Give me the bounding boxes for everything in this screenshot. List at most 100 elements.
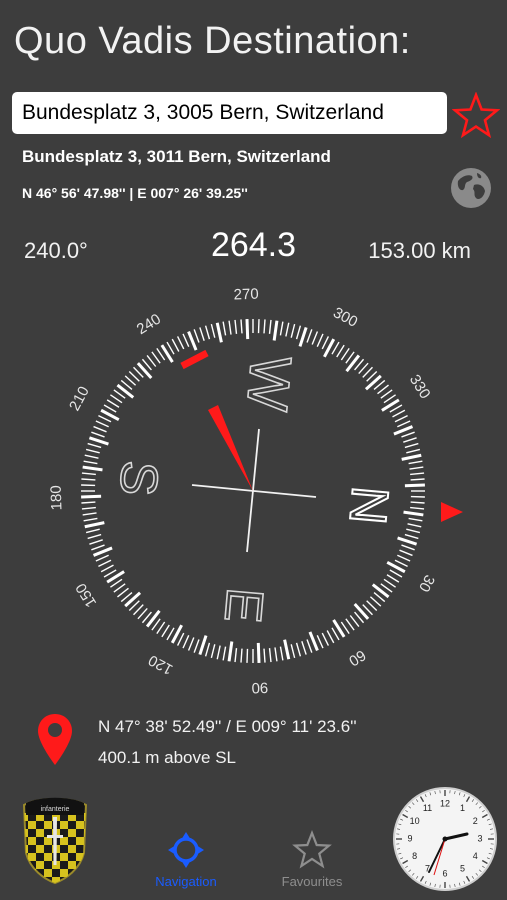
compass-tick: [406, 528, 421, 534]
compass-tick: [256, 642, 261, 663]
compass-tick: [145, 609, 161, 628]
compass-tick: [106, 399, 120, 408]
compass-tick: [83, 460, 98, 465]
badge-text: infanterie: [41, 806, 70, 813]
compass-tick: [272, 320, 279, 341]
compass-tick: [222, 646, 227, 661]
tab-favourites[interactable]: Favourites: [252, 830, 372, 889]
compass-tick: [290, 323, 296, 338]
tab-navigation[interactable]: Navigation: [126, 830, 246, 889]
compass-tick: [240, 319, 243, 334]
altitude-readout: 400.1 m above SL: [98, 748, 236, 767]
compass-tick: [401, 544, 415, 551]
compass-tick: [408, 460, 423, 465]
compass-tick: [371, 583, 390, 599]
compass-label: 90: [251, 679, 268, 697]
compass-tick: [340, 348, 350, 361]
compass-tick: [234, 319, 238, 334]
compass-tick: [401, 431, 415, 438]
compass-tick: [95, 554, 109, 562]
compass-tick: [321, 336, 330, 350]
destination-input[interactable]: [12, 92, 447, 134]
direction-needle: [208, 405, 253, 491]
compass-tick: [366, 600, 378, 611]
compass-tick: [182, 333, 190, 347]
compass-label: 180: [48, 485, 66, 511]
analog-clock: 12 1 2 3 4 5 6 7 8 9 10 11: [392, 786, 498, 892]
compass-tick: [136, 362, 153, 380]
clock-number: 8: [412, 851, 417, 861]
clock-number: 10: [410, 816, 420, 826]
compass-tick: [263, 319, 266, 334]
resolved-address: Bundesplatz 3, 3011 Bern, Switzerland: [22, 147, 331, 166]
compass-label: 30: [415, 572, 438, 595]
location-pin-icon: [36, 712, 74, 768]
compass-tick: [81, 494, 102, 499]
compass-tick: [124, 591, 142, 608]
compass-tick: [240, 648, 243, 663]
compass-tick: [103, 404, 117, 413]
compass-tick: [345, 354, 361, 373]
compass-tick: [91, 544, 105, 551]
compass-tick: [274, 647, 278, 662]
compass-tick: [124, 375, 137, 386]
cardinal-w: W: [234, 353, 304, 413]
clock-number: 11: [423, 803, 432, 813]
compass-tick: [171, 338, 180, 352]
compass-tick: [95, 420, 109, 428]
tab-navigation-label: Navigation: [155, 874, 217, 889]
compass-tick: [279, 321, 284, 336]
add-favourite-button[interactable]: [451, 91, 501, 139]
compass-tick: [336, 344, 345, 358]
compass-tick: [404, 442, 419, 449]
compass-tick: [406, 448, 421, 454]
compass-tick: [316, 635, 324, 649]
compass-tick: [245, 319, 250, 340]
compass-tick: [404, 483, 425, 488]
compass-tick: [176, 336, 185, 350]
heading-triangle: [441, 502, 463, 522]
compass-tick: [81, 501, 96, 504]
compass-tick: [210, 644, 216, 659]
compass-tick: [389, 569, 403, 578]
compass-tick: [82, 512, 97, 516]
compass-tick: [380, 389, 393, 399]
bearing-marker: [180, 349, 209, 370]
compass-tick: [306, 639, 313, 653]
compass-tick: [113, 583, 126, 593]
page-title: Quo Vadis Destination:: [14, 20, 411, 62]
clock-number: 12: [440, 798, 450, 808]
clock-number: 4: [473, 851, 478, 861]
compass-tick: [295, 642, 302, 657]
compass-tick: [393, 425, 414, 436]
compass-tick: [410, 472, 425, 476]
compass-label: 120: [146, 651, 176, 678]
compass-tick: [399, 549, 413, 557]
compass-tick: [116, 383, 135, 399]
clock-number: 2: [473, 816, 478, 826]
compass-dial: 270 300 330 30 60 90 120 150 180 210 240 W S N E: [48, 286, 463, 697]
compass-tick: [410, 478, 425, 481]
globe-button[interactable]: [450, 167, 492, 209]
compass-tick: [403, 437, 417, 443]
compass-tick: [187, 637, 195, 651]
compass-tick: [210, 323, 216, 338]
compass-tick: [326, 630, 335, 644]
compass-tick: [151, 351, 161, 364]
compass-tick: [227, 641, 234, 662]
compass-tick: [81, 472, 96, 476]
compass-tick: [117, 587, 129, 598]
star-icon: [292, 830, 332, 869]
compass-tick: [88, 436, 109, 446]
globe-icon: [451, 168, 491, 208]
compass-tick: [93, 425, 107, 433]
compass-tick: [82, 465, 103, 472]
compass-tick: [410, 501, 425, 504]
compass-tick: [353, 602, 370, 620]
compass-tick: [222, 321, 227, 336]
compass-label: 330: [406, 372, 434, 402]
compass-label: 210: [66, 384, 93, 414]
compass-tick: [110, 394, 123, 404]
compass-tick: [161, 624, 170, 638]
compass-tick: [234, 648, 238, 663]
